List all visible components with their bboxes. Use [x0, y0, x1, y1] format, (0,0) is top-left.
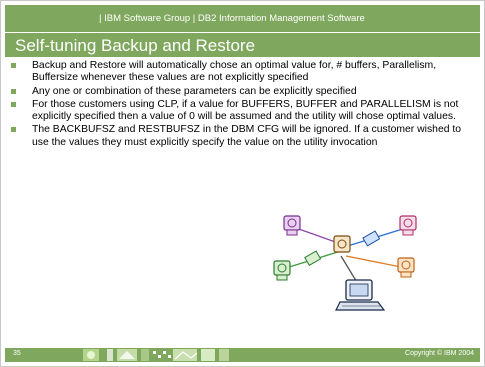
- bullet-list: Backup and Restore will automatically ch…: [6, 60, 478, 150]
- bullet-square-icon: [11, 63, 16, 68]
- computer-icon: [335, 279, 386, 311]
- blue-tape-icon: [362, 230, 381, 247]
- copyright-text: Copyright © IBM 2004: [405, 350, 474, 357]
- center-device-icon: [333, 235, 351, 253]
- slide-title: Self-tuning Backup and Restore: [15, 36, 256, 55]
- bullet-text: Any one or combination of these paramete…: [32, 85, 357, 97]
- footer-bar: 35 Copyright © IBM 2004: [5, 348, 480, 362]
- green-device-icon: [273, 260, 291, 281]
- bullet-item: For those customers using CLP, if a valu…: [6, 99, 478, 124]
- header-text: | IBM Software Group | DB2 Information M…: [99, 13, 365, 24]
- header-bar: | IBM Software Group | DB2 Information M…: [5, 5, 480, 32]
- footer-decoration: [83, 349, 229, 361]
- bullet-square-icon: [11, 101, 16, 107]
- page-number: 35: [13, 350, 21, 357]
- title-bar: Self-tuning Backup and Restore: [5, 33, 480, 57]
- bullet-item: The BACKBUFSZ and RESTBUFSZ in the DBM C…: [6, 124, 478, 149]
- green-tape-icon: [304, 250, 322, 267]
- bullet-square-icon: [11, 88, 16, 94]
- network-link: [345, 255, 407, 269]
- orange-device-icon: [397, 257, 415, 278]
- pink-device-icon: [399, 215, 417, 236]
- network-computers-clipart: [273, 215, 417, 311]
- bullet-text: For those customers using CLP, if a valu…: [32, 98, 459, 123]
- bullet-square-icon: [11, 127, 16, 133]
- bullet-item: Any one or combination of these paramete…: [6, 86, 478, 98]
- bullet-text: Backup and Restore will automatically ch…: [32, 60, 437, 84]
- purple-device-icon: [283, 215, 301, 236]
- slide: | IBM Software Group | DB2 Information M…: [0, 0, 485, 367]
- bullet-text: The BACKBUFSZ and RESTBUFSZ in the DBM C…: [32, 124, 462, 148]
- bullet-item: Backup and Restore will automatically ch…: [6, 60, 478, 85]
